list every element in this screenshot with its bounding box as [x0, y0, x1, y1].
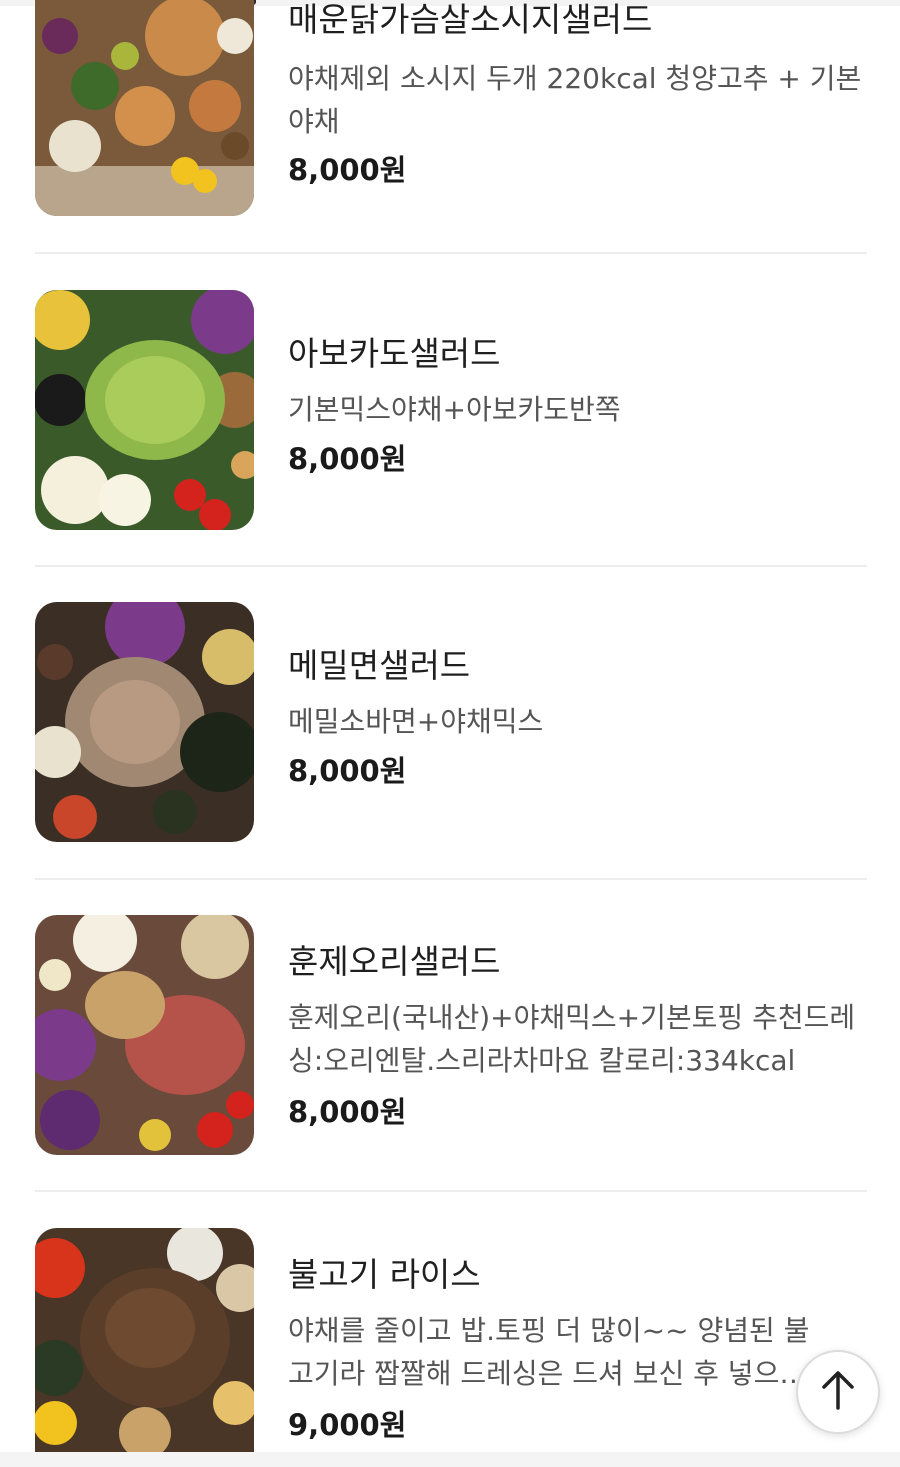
arrow-up-icon [820, 1370, 856, 1414]
buckwheat-noodle-salad-photo [35, 602, 254, 842]
divider [35, 252, 867, 254]
menu-item-price: 8,000원 [288, 754, 407, 788]
menu-item-price: 8,000원 [288, 1095, 407, 1129]
divider [35, 1190, 867, 1192]
menu-item-description: 야채제외 소시지 두개 220kcal 청양고추 + 기본야채 [288, 62, 862, 138]
menu-item-name: 훈제오리샐러드 [288, 942, 501, 981]
divider [35, 565, 867, 567]
avocado-salad-photo [35, 290, 254, 530]
menu-item-price: 8,000원 [288, 153, 407, 187]
menu-item-price: 9,000원 [288, 1408, 407, 1442]
menu-item-name: 불고기 라이스 [288, 1255, 481, 1294]
menu-item-name: 아보카도샐러드 [288, 334, 501, 373]
smoked-duck-salad-photo [35, 915, 254, 1155]
spicy-chicken-sausage-salad-photo [35, 0, 254, 216]
scroll-to-top-button[interactable] [796, 1350, 880, 1434]
menu-item-description: 훈제오리(국내산)+야채믹스+기본토핑 추천드레싱:오리엔탈.스리라차마요 칼로… [288, 1001, 856, 1077]
menu-item-description: 야채를 줄이고 밥.토핑 더 많이~~ 양념된 불고기라 짭짤해 드레싱은 드셔… [288, 1314, 810, 1390]
divider [35, 878, 867, 880]
menu-item-description: 메밀소바면+야채믹스 [288, 705, 544, 738]
bulgogi-rice-photo [35, 1228, 254, 1452]
menu-item-price: 8,000원 [288, 442, 407, 476]
bottom-edge-bar [0, 1452, 900, 1467]
menu-item-name: 매운닭가슴살소시지샐러드 [288, 0, 653, 39]
menu-item-description: 기본믹스야채+아보카도반쪽 [288, 393, 621, 426]
menu-item-name: 메밀면샐러드 [288, 646, 471, 685]
